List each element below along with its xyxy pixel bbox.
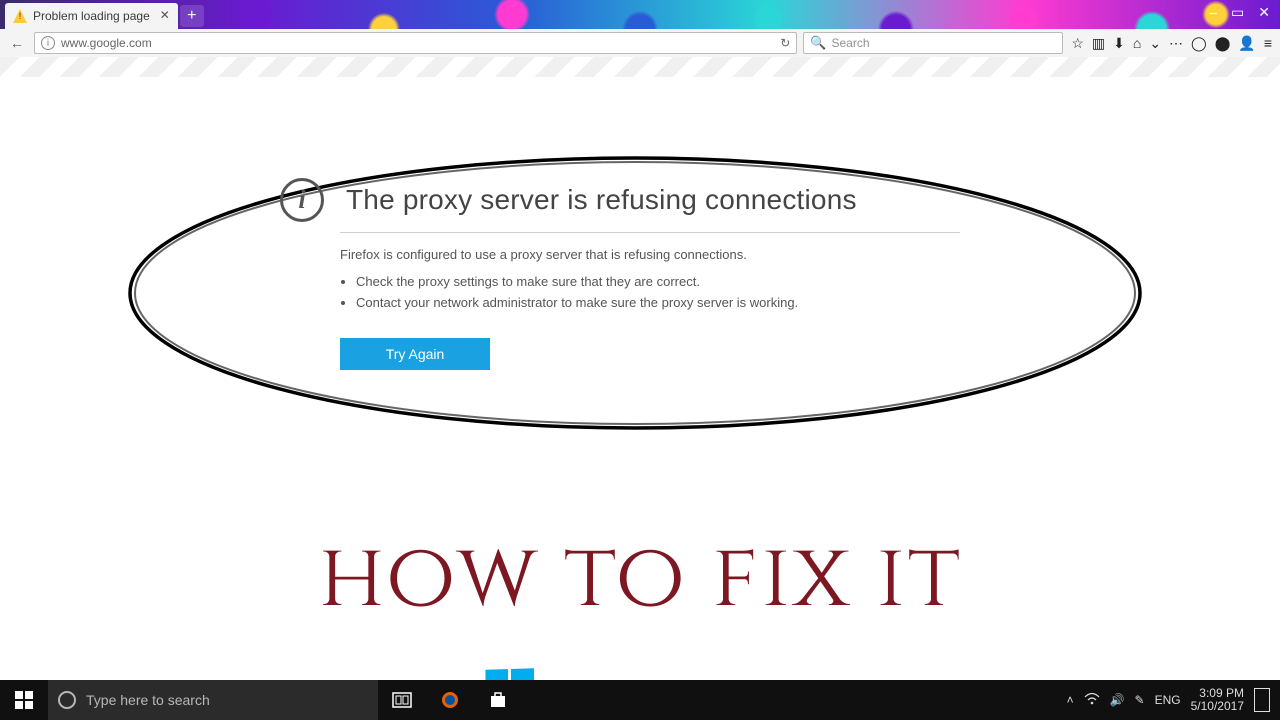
tray-pen-icon[interactable]: ✎	[1135, 693, 1145, 707]
taskbar-firefox-icon[interactable]	[426, 680, 474, 720]
pocket-icon[interactable]: ⌄	[1149, 35, 1161, 52]
decorative-stripe	[0, 57, 1280, 77]
page-body: i The proxy server is refusing connectio…	[0, 78, 1280, 680]
tab-problem-loading[interactable]: ! Problem loading page ✕	[5, 3, 178, 29]
action-center-button[interactable]	[1254, 688, 1270, 712]
maximize-button[interactable]: ▭	[1231, 4, 1244, 21]
profile-icon[interactable]: 👤	[1238, 35, 1255, 52]
overflow-icon[interactable]: ⋯	[1169, 35, 1183, 52]
windows-taskbar: Type here to search ˄ 🔊 ✎ ENG 3:09 PM 5/…	[0, 680, 1280, 720]
taskbar-store-icon[interactable]	[474, 680, 522, 720]
download-icon[interactable]: ⬇	[1113, 35, 1125, 52]
url-text: www.google.com	[61, 36, 152, 50]
nav-toolbar: ← i www.google.com ↻ 🔍 Search ☆ ▥ ⬇ ⌂ ⌄ …	[0, 29, 1280, 57]
new-tab-button[interactable]: +	[180, 5, 204, 27]
error-suggestions: Check the proxy settings to make sure th…	[340, 274, 960, 310]
star-icon[interactable]: ☆	[1071, 35, 1084, 52]
how-to-fix-title: how to fix it	[0, 518, 1280, 639]
error-bullet: Contact your network administrator to ma…	[356, 295, 960, 310]
home-icon[interactable]: ⌂	[1133, 35, 1141, 52]
warning-icon: !	[13, 9, 27, 23]
library-icon[interactable]: ▥	[1092, 35, 1105, 52]
error-card: i The proxy server is refusing connectio…	[340, 178, 960, 370]
tab-title: Problem loading page	[33, 9, 150, 23]
start-button[interactable]	[0, 680, 48, 720]
error-bullet: Check the proxy settings to make sure th…	[356, 274, 960, 289]
search-placeholder: Search	[832, 36, 870, 50]
shield-icon[interactable]: ◯	[1191, 35, 1207, 52]
tray-language[interactable]: ENG	[1155, 693, 1181, 707]
site-info-icon[interactable]: i	[41, 36, 55, 50]
error-description: Firefox is configured to use a proxy ser…	[340, 247, 960, 262]
firefox-titlebar: ! Problem loading page ✕ + – ▭ ✕ ← i www…	[0, 0, 1280, 48]
back-button[interactable]: ←	[6, 35, 28, 51]
minimize-button[interactable]: –	[1209, 4, 1217, 21]
toolbar-icons: ☆ ▥ ⬇ ⌂ ⌄ ⋯ ◯ ⬤ 👤 ≡	[1069, 35, 1274, 52]
windows-start-icon	[15, 691, 33, 709]
tab-strip: ! Problem loading page ✕ +	[5, 3, 204, 29]
window-controls: – ▭ ✕	[1209, 4, 1270, 21]
url-bar[interactable]: i www.google.com ↻	[34, 32, 797, 54]
info-icon: i	[280, 178, 324, 222]
tray-volume-icon[interactable]: 🔊	[1110, 693, 1125, 707]
tray-wifi-icon[interactable]	[1084, 693, 1100, 708]
cortana-placeholder: Type here to search	[86, 692, 210, 708]
tray-clock[interactable]: 3:09 PM 5/10/2017	[1191, 687, 1244, 713]
hamburger-menu-icon[interactable]: ≡	[1264, 35, 1272, 52]
system-tray: ˄ 🔊 ✎ ENG 3:09 PM 5/10/2017	[1057, 687, 1280, 713]
cortana-search[interactable]: Type here to search	[48, 680, 378, 720]
notification-icon[interactable]: ⬤	[1215, 35, 1231, 52]
search-bar[interactable]: 🔍 Search	[803, 32, 1063, 54]
cortana-icon	[58, 691, 76, 709]
search-icon: 🔍	[810, 35, 826, 51]
task-icons	[378, 680, 522, 720]
tray-up-icon[interactable]: ˄	[1067, 693, 1074, 707]
close-window-button[interactable]: ✕	[1258, 4, 1270, 21]
tray-date: 5/10/2017	[1191, 700, 1244, 713]
error-title: The proxy server is refusing connections	[346, 184, 857, 216]
tab-close-icon[interactable]: ✕	[160, 8, 170, 22]
reload-button[interactable]: ↻	[780, 36, 790, 50]
try-again-button[interactable]: Try Again	[340, 338, 490, 370]
task-view-button[interactable]	[378, 680, 426, 720]
